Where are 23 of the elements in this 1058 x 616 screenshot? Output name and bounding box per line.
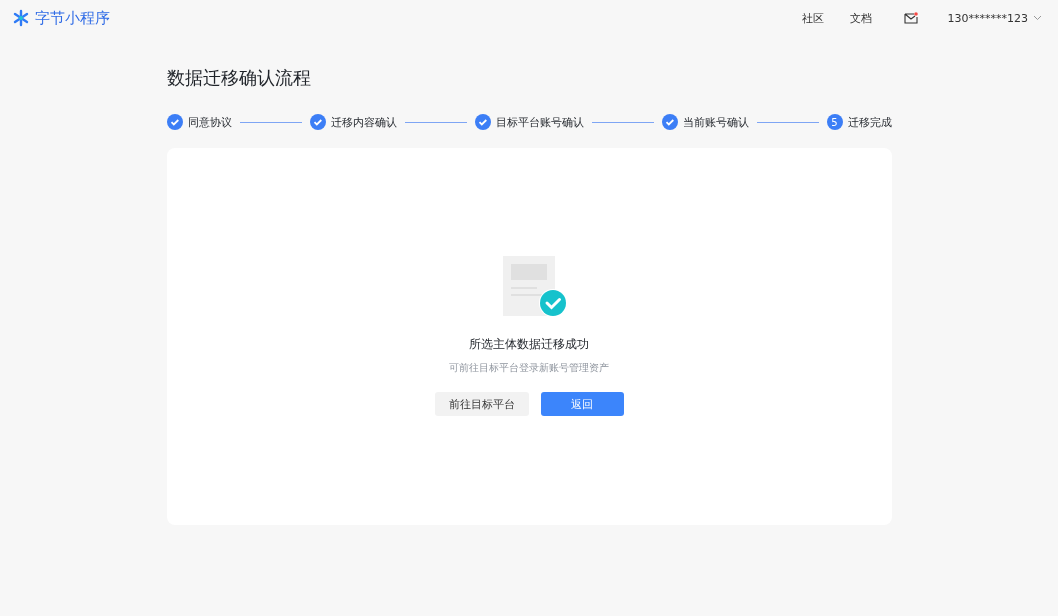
result-title: 所选主体数据迁移成功 [469, 336, 589, 353]
nav-link[interactable]: 社区 [801, 10, 824, 26]
step-label: 目标平台账号确认 [495, 114, 584, 130]
back-button[interactable]: 返回 [540, 392, 624, 416]
check-circle-icon [309, 114, 326, 130]
go-target-button[interactable]: 前往目标平台 [434, 392, 529, 416]
document-check-drawing [503, 256, 567, 318]
step-number: 5 [826, 114, 843, 130]
step-label: 迁移内容确认 [330, 114, 397, 130]
step-label: 当前账号确认 [682, 114, 749, 130]
logo-icon [12, 9, 30, 27]
check-circle-icon [474, 114, 491, 130]
mail-icon[interactable] [903, 12, 918, 24]
step-label: 迁移完成 [847, 114, 892, 130]
account-menu[interactable]: 130*******123 [947, 11, 1042, 25]
step-label: 同意协议 [187, 114, 232, 130]
check-circle-icon [661, 114, 678, 130]
check-circle-icon [166, 114, 183, 130]
chevron-icon [1033, 15, 1042, 21]
result-subtitle: 可前往目标平台登录新账号管理资产 [449, 361, 609, 375]
page-title: 数据迁移确认流程 [166, 66, 312, 90]
logo-text[interactable]: 字节小程序 [35, 8, 110, 28]
nav-link[interactable]: 文档 [849, 10, 872, 26]
